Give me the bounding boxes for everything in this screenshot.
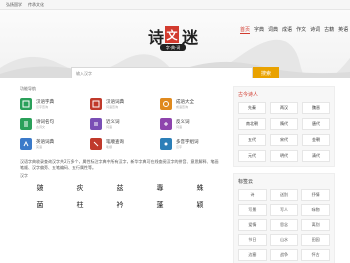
main-nav: 首页 字典 词典 成语 作文 诗词 古籍 英语 [240,26,348,34]
english-icon [20,138,32,150]
antonym-icon [160,118,172,130]
hanzi-item[interactable]: 柱 [60,200,100,210]
polyphone-icon [160,138,172,150]
tag-item[interactable]: 节日 [238,234,267,246]
function-desc: 词语查询 [106,105,119,109]
top-bar: 弘扬国学 传承文化 [0,0,350,10]
function-desc: 词语 [176,125,183,129]
function-desc: 成语查询 [176,105,189,109]
tag-item[interactable]: 怀古 [301,249,330,261]
function-item[interactable]: 笔顺查询 笔顺 [90,138,160,150]
dynasty-item[interactable]: 宋代 [270,134,298,146]
search-input[interactable]: 输入汉字 [71,67,253,78]
hanzi-section-title: 汉字 [20,173,28,178]
intro-text: 汉语字典收录查询汉字共2万多个，属性标注字典中所有汉字，新华字典可在线查阅汉字的… [20,159,219,170]
nav-guji[interactable]: 古籍 [324,26,334,34]
main-content: 功能导航 汉语字典 汉字查询 汉语词典 词语查询 成语大全 成语查询 诗词名句 古诗文 … [0,78,350,263]
synonym-icon [90,118,102,130]
tag-item[interactable]: 爱情 [238,219,267,231]
functions-grid: 汉语字典 汉字查询 汉语词典 词语查询 成语大全 成语查询 诗词名句 古诗文 近义词 词语… [20,98,230,150]
dynasty-item[interactable]: 清代 [302,150,330,162]
dynasty-item[interactable]: 金朝 [302,134,330,146]
tag-item[interactable]: 思念 [269,219,299,231]
hanzi-item[interactable]: 菌 [20,200,60,210]
dynasty-grid: 先秦 两汉 魏晋 南北朝 隋代 唐代 五代 宋代 金朝 元代 明代 清代 [238,102,330,162]
nav-shici[interactable]: 诗词 [310,26,320,34]
function-item[interactable]: 成语大全 成语查询 [160,98,230,110]
tag-item[interactable]: 田园 [301,234,330,246]
right-column: 古今诗人 先秦 两汉 魏晋 南北朝 隋代 唐代 五代 宋代 金朝 元代 明代 清… [233,86,335,263]
hanzi-item[interactable]: 疢 [60,183,100,193]
nav-chengyu[interactable]: 成语 [282,26,292,34]
tag-item[interactable]: 离别 [301,219,330,231]
tag-item[interactable]: 写人 [269,204,299,216]
tag-panel: 标签云 诗 送别 抒情 写景 写人 咏物 爱情 思念 离别 节日 山水 田园 边… [233,173,335,263]
dictionary-icon [20,98,32,110]
function-item[interactable]: 诗词名句 古诗文 [20,118,90,130]
nav-zuowen[interactable]: 作文 [296,26,306,34]
hanzi-item[interactable]: 衿 [100,200,140,210]
tag-grid: 诗 送别 抒情 写景 写人 咏物 爱情 思念 离别 节日 山水 田园 边塞 战争… [238,189,330,261]
nav-cidian[interactable]: 词典 [268,26,278,34]
left-column: 功能导航 汉语字典 汉字查询 汉语词典 词语查询 成语大全 成语查询 诗词名句 古诗文 … [20,86,230,210]
logo-subtitle: 字·典·词 [160,44,186,51]
search-bar: 输入汉字 搜索 [71,67,279,78]
functions-title: 功能导航 [20,86,36,91]
topbar-right-link[interactable]: 传承文化 [28,2,44,8]
idiom-icon [160,98,172,110]
function-item[interactable]: 汉语字典 汉字查询 [20,98,90,110]
site-logo[interactable]: 诗 文 迷 字·典·词 [144,24,208,54]
function-item[interactable]: 反义词 词语 [160,118,230,130]
function-desc: 汉字 [176,145,183,149]
hanzi-item[interactable]: 皴 [20,183,60,193]
tag-item[interactable]: 咏物 [301,204,330,216]
hanzi-grid: 皴 疢 兹 專 蛛 菌 柱 衿 蓬 颖 [20,183,220,210]
topbar-left-link[interactable]: 弘扬国学 [6,2,22,8]
tag-item[interactable]: 送别 [269,189,299,201]
dynasty-panel: 古今诗人 先秦 两汉 魏晋 南北朝 隋代 唐代 五代 宋代 金朝 元代 明代 清… [233,86,335,167]
tag-item[interactable]: 抒情 [301,189,330,201]
function-item[interactable]: 汉语词典 词语查询 [90,98,160,110]
hanzi-item[interactable]: 兹 [100,183,140,193]
book-icon [90,98,102,110]
stroke-order-icon [90,138,102,150]
function-desc: 词语 [106,125,113,129]
dynasty-item[interactable]: 元代 [238,150,266,162]
tag-item[interactable]: 写景 [238,204,267,216]
dynasty-item[interactable]: 先秦 [238,102,266,114]
dynasty-item[interactable]: 魏晋 [302,102,330,114]
tag-panel-title: 标签云 [238,179,254,185]
dynasty-item[interactable]: 五代 [238,134,266,146]
dynasty-panel-title: 古今诗人 [238,92,259,98]
dynasty-item[interactable]: 南北朝 [238,118,266,130]
function-item[interactable]: 近义词 词语 [90,118,160,130]
hanzi-item[interactable]: 蛛 [180,183,220,193]
nav-home[interactable]: 首页 [240,26,251,34]
search-button[interactable]: 搜索 [253,67,279,78]
hero-banner: 诗 文 迷 字·典·词 首页 字典 词典 成语 作文 诗词 古籍 英语 输入汉字… [0,10,350,78]
dynasty-item[interactable]: 明代 [270,150,298,162]
dynasty-item[interactable]: 两汉 [270,102,298,114]
logo-seal: 文 [165,26,179,43]
dynasty-item[interactable]: 隋代 [270,118,298,130]
nav-zidian[interactable]: 字典 [254,26,264,34]
function-item[interactable]: 多音字组词 汉字 [160,138,230,150]
tag-item[interactable]: 诗 [238,189,267,201]
poem-icon [20,118,32,130]
function-item[interactable]: 英语词典 英语 [20,138,90,150]
nav-yingyu[interactable]: 英语 [338,26,348,34]
function-desc: 英语 [36,145,43,149]
function-desc: 古诗文 [36,125,46,129]
function-desc: 笔顺 [106,145,113,149]
tag-item[interactable]: 山水 [269,234,299,246]
tag-item[interactable]: 边塞 [238,249,267,261]
hanzi-item[interactable]: 颖 [180,200,220,210]
dynasty-item[interactable]: 唐代 [302,118,330,130]
function-desc: 汉字查询 [36,105,49,109]
hanzi-item[interactable]: 蓬 [140,200,180,210]
hanzi-item[interactable]: 專 [140,183,180,193]
tag-item[interactable]: 战争 [269,249,299,261]
